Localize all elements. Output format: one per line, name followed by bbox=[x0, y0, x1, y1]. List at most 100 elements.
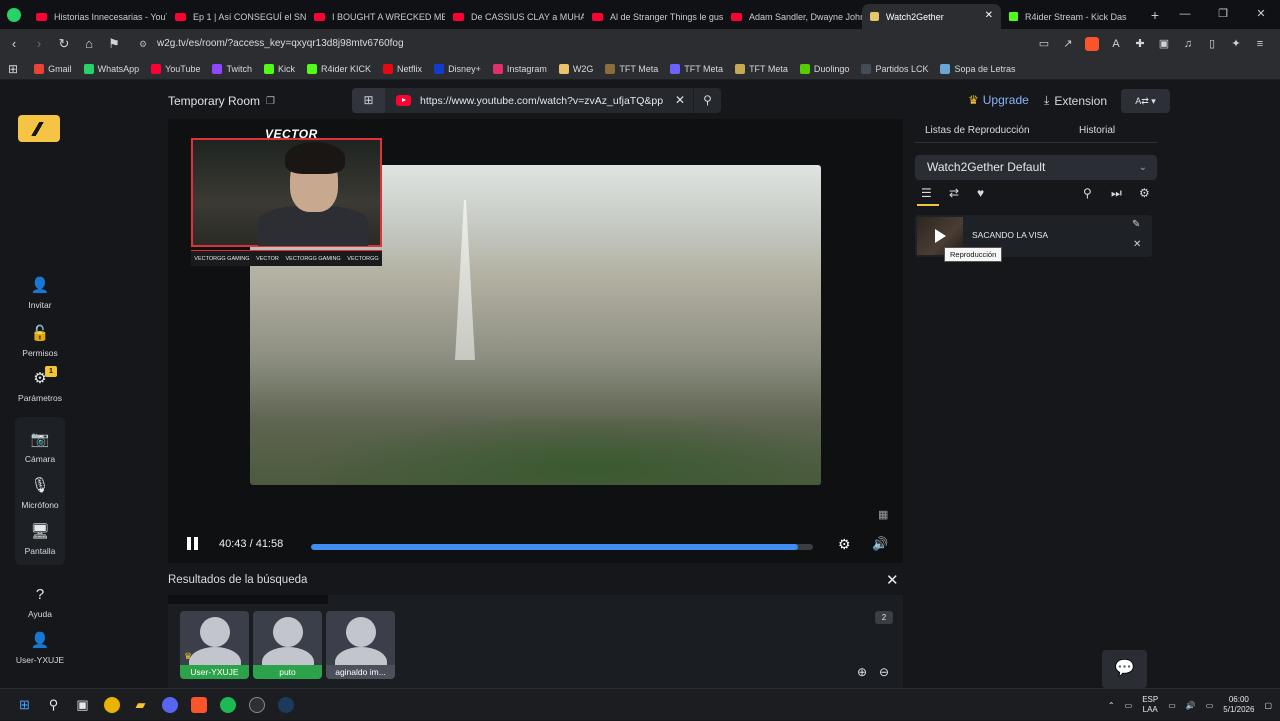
chevron-up-icon[interactable]: ⌃ bbox=[1108, 701, 1115, 710]
bookmark-icon[interactable]: ⚑ bbox=[103, 36, 125, 52]
app-tray-icon[interactable]: ▭ bbox=[1125, 701, 1133, 710]
share-icon[interactable]: ↗ bbox=[1056, 37, 1080, 50]
list-icon[interactable]: ☰ bbox=[921, 186, 932, 200]
tab-history[interactable]: Historial bbox=[1079, 125, 1115, 136]
bookmark-item[interactable]: TFT Meta bbox=[735, 63, 788, 74]
copy-icon[interactable]: ❐ bbox=[266, 96, 275, 107]
browser-tab[interactable]: Historias Innecesarias - YouT bbox=[28, 4, 167, 29]
clock[interactable]: 06:00 5/1/2026 bbox=[1223, 695, 1254, 715]
browser-tab[interactable]: I BOUGHT A WRECKED MER bbox=[306, 4, 445, 29]
sidebar-item-par-metros[interactable]: ⚙ 1 Parámetros bbox=[0, 366, 80, 403]
steam-icon[interactable] bbox=[271, 695, 300, 715]
upgrade-button[interactable]: ♛ Upgrade bbox=[968, 93, 1029, 107]
sidebar-item-ayuda[interactable]: ? Ayuda bbox=[0, 586, 80, 619]
sidebar-item-invitar[interactable]: 👤 Invitar bbox=[0, 276, 80, 310]
search-icon[interactable]: ⚲ bbox=[693, 88, 721, 113]
home-icon[interactable]: ⌂ bbox=[78, 36, 100, 51]
zoom-in-icon[interactable]: ⊕ bbox=[857, 665, 867, 679]
media-icon[interactable]: ♫ bbox=[1176, 38, 1200, 50]
extensions-icon[interactable]: ✚ bbox=[1128, 37, 1152, 50]
language-button[interactable]: A⇄ ▾ bbox=[1121, 89, 1170, 113]
pause-icon[interactable] bbox=[186, 537, 200, 551]
browser-tab[interactable]: Ep 1 | Así CONSEGUÍ el SNIP bbox=[167, 4, 306, 29]
cast-icon[interactable]: ▭ bbox=[1032, 37, 1056, 50]
bookmark-item[interactable]: YouTube bbox=[151, 63, 200, 74]
back-icon[interactable]: ‹ bbox=[3, 36, 25, 51]
browser-tab[interactable]: De CASSIUS CLAY a MUHAM bbox=[445, 4, 584, 29]
screenshot-icon[interactable]: ▣ bbox=[1152, 37, 1176, 50]
bookmark-item[interactable]: TFT Meta bbox=[670, 63, 723, 74]
bookmark-item[interactable]: Partidos LCK bbox=[861, 63, 928, 74]
clear-search-icon[interactable]: ✕ bbox=[675, 93, 685, 107]
brave-icon[interactable] bbox=[184, 695, 213, 715]
chrome-icon[interactable] bbox=[97, 695, 126, 715]
user-avatar-card[interactable]: puto bbox=[253, 611, 322, 679]
browser-tab[interactable]: Adam Sandler, Dwayne John bbox=[723, 4, 862, 29]
network-icon[interactable]: ▭ bbox=[1168, 701, 1176, 710]
bookmark-item[interactable]: TFT Meta bbox=[605, 63, 658, 74]
extension-button[interactable]: ⤓ Extension bbox=[1044, 93, 1107, 108]
whatsapp-sidebar-icon[interactable] bbox=[0, 0, 28, 29]
url-field[interactable]: ⚙ w2g.tv/es/room/?access_key=qxyqr13d8j9… bbox=[139, 38, 404, 49]
play-icon[interactable] bbox=[935, 229, 946, 243]
reload-icon[interactable]: ↻ bbox=[53, 36, 75, 52]
bookmark-item[interactable]: Duolingo bbox=[799, 63, 849, 74]
restore-icon[interactable]: ❐ bbox=[1204, 0, 1242, 29]
minimize-icon[interactable]: — bbox=[1166, 0, 1204, 29]
sidebar-item-micr-fono[interactable]: 🎙 Micrófono bbox=[0, 476, 80, 510]
bookmark-item[interactable]: R4ider KICK bbox=[307, 63, 371, 74]
spotify-icon[interactable] bbox=[213, 695, 242, 715]
bookmark-item[interactable]: Netflix bbox=[383, 63, 422, 74]
settings-gear-icon[interactable]: ⚙ bbox=[838, 536, 851, 553]
next-icon[interactable]: ⏭ bbox=[1111, 186, 1122, 201]
video-url-input[interactable]: https://www.youtube.com/watch?v=zvAz_ufj… bbox=[420, 95, 663, 107]
w2g-logo[interactable] bbox=[18, 115, 60, 142]
sidebar-item-permisos[interactable]: 🔓 Permisos bbox=[0, 324, 80, 358]
language-indicator[interactable]: ESP LAA bbox=[1142, 695, 1158, 715]
gear-icon[interactable]: ⚙ bbox=[1139, 186, 1150, 200]
windows-start-icon[interactable]: ⊞ bbox=[10, 695, 39, 715]
close-results-icon[interactable]: ✕ bbox=[886, 571, 899, 589]
file-explorer-icon[interactable]: ▰ bbox=[126, 695, 155, 715]
volume-icon[interactable]: 🔊 bbox=[872, 536, 888, 552]
app-icon[interactable] bbox=[242, 695, 271, 715]
bookmark-item[interactable]: Gmail bbox=[34, 63, 72, 74]
seek-bar[interactable] bbox=[311, 544, 813, 550]
video-player[interactable]: VECTOR VECTORGG GAMING VECTOR VECTORGG G… bbox=[168, 119, 903, 563]
battery-icon[interactable]: ▭ bbox=[1206, 701, 1214, 710]
edit-icon[interactable]: ✎ bbox=[1132, 219, 1140, 230]
discord-icon[interactable] bbox=[155, 695, 184, 715]
bookmark-item[interactable]: Disney+ bbox=[434, 63, 481, 74]
close-tab-icon[interactable]: ✕ bbox=[985, 10, 993, 21]
sidebar-item-user-yxuje[interactable]: 👤 User-YXUJE bbox=[0, 631, 80, 665]
chat-icon[interactable]: 💬 bbox=[1102, 650, 1147, 688]
sidebar-toggle-icon[interactable]: ▯ bbox=[1200, 37, 1224, 50]
leo-icon[interactable]: ✦ bbox=[1224, 37, 1248, 50]
hd-icon[interactable]: ▦ bbox=[878, 508, 894, 524]
search-icon[interactable]: ⚲ bbox=[1083, 186, 1092, 200]
heart-icon[interactable]: ♥ bbox=[977, 186, 984, 200]
user-avatar-card[interactable]: aginaldo im... bbox=[326, 611, 395, 679]
bookmark-item[interactable]: Sopa de Letras bbox=[940, 63, 1016, 74]
sidebar-item-pantalla[interactable]: 🖥 Pantalla bbox=[0, 522, 80, 556]
shuffle-icon[interactable]: ⇄ bbox=[949, 186, 959, 200]
delete-icon[interactable]: ✕ bbox=[1133, 239, 1141, 250]
browser-tab[interactable]: Al de Stranger Things le gust bbox=[584, 4, 723, 29]
task-view-icon[interactable]: ▣ bbox=[68, 695, 97, 715]
forward-icon[interactable]: › bbox=[28, 36, 50, 51]
apps-grid-icon[interactable]: ⊞ bbox=[352, 88, 385, 113]
bookmark-item[interactable]: W2G bbox=[558, 63, 593, 74]
browser-tab[interactable]: Watch2Gether ✕ bbox=[862, 4, 1001, 29]
bookmark-item[interactable]: Instagram bbox=[492, 63, 547, 74]
bookmark-item[interactable]: WhatsApp bbox=[83, 63, 139, 74]
sidebar-item-c-mara[interactable]: 📷 Cámara bbox=[0, 430, 80, 464]
translate-icon[interactable]: A bbox=[1104, 38, 1128, 50]
site-info-icon[interactable]: ⚙ bbox=[139, 39, 149, 49]
bookmark-item[interactable]: Twitch bbox=[212, 63, 252, 74]
notifications-icon[interactable]: ▢ bbox=[1264, 701, 1272, 710]
bookmark-item[interactable]: Kick bbox=[264, 63, 295, 74]
user-avatar-card[interactable]: ♛ User-YXUJE bbox=[180, 611, 249, 679]
search-icon[interactable]: ⚲ bbox=[39, 695, 68, 715]
volume-icon[interactable]: 🔊 bbox=[1186, 701, 1196, 710]
playlist-select[interactable]: Watch2Gether Default ⌄ bbox=[915, 155, 1157, 180]
